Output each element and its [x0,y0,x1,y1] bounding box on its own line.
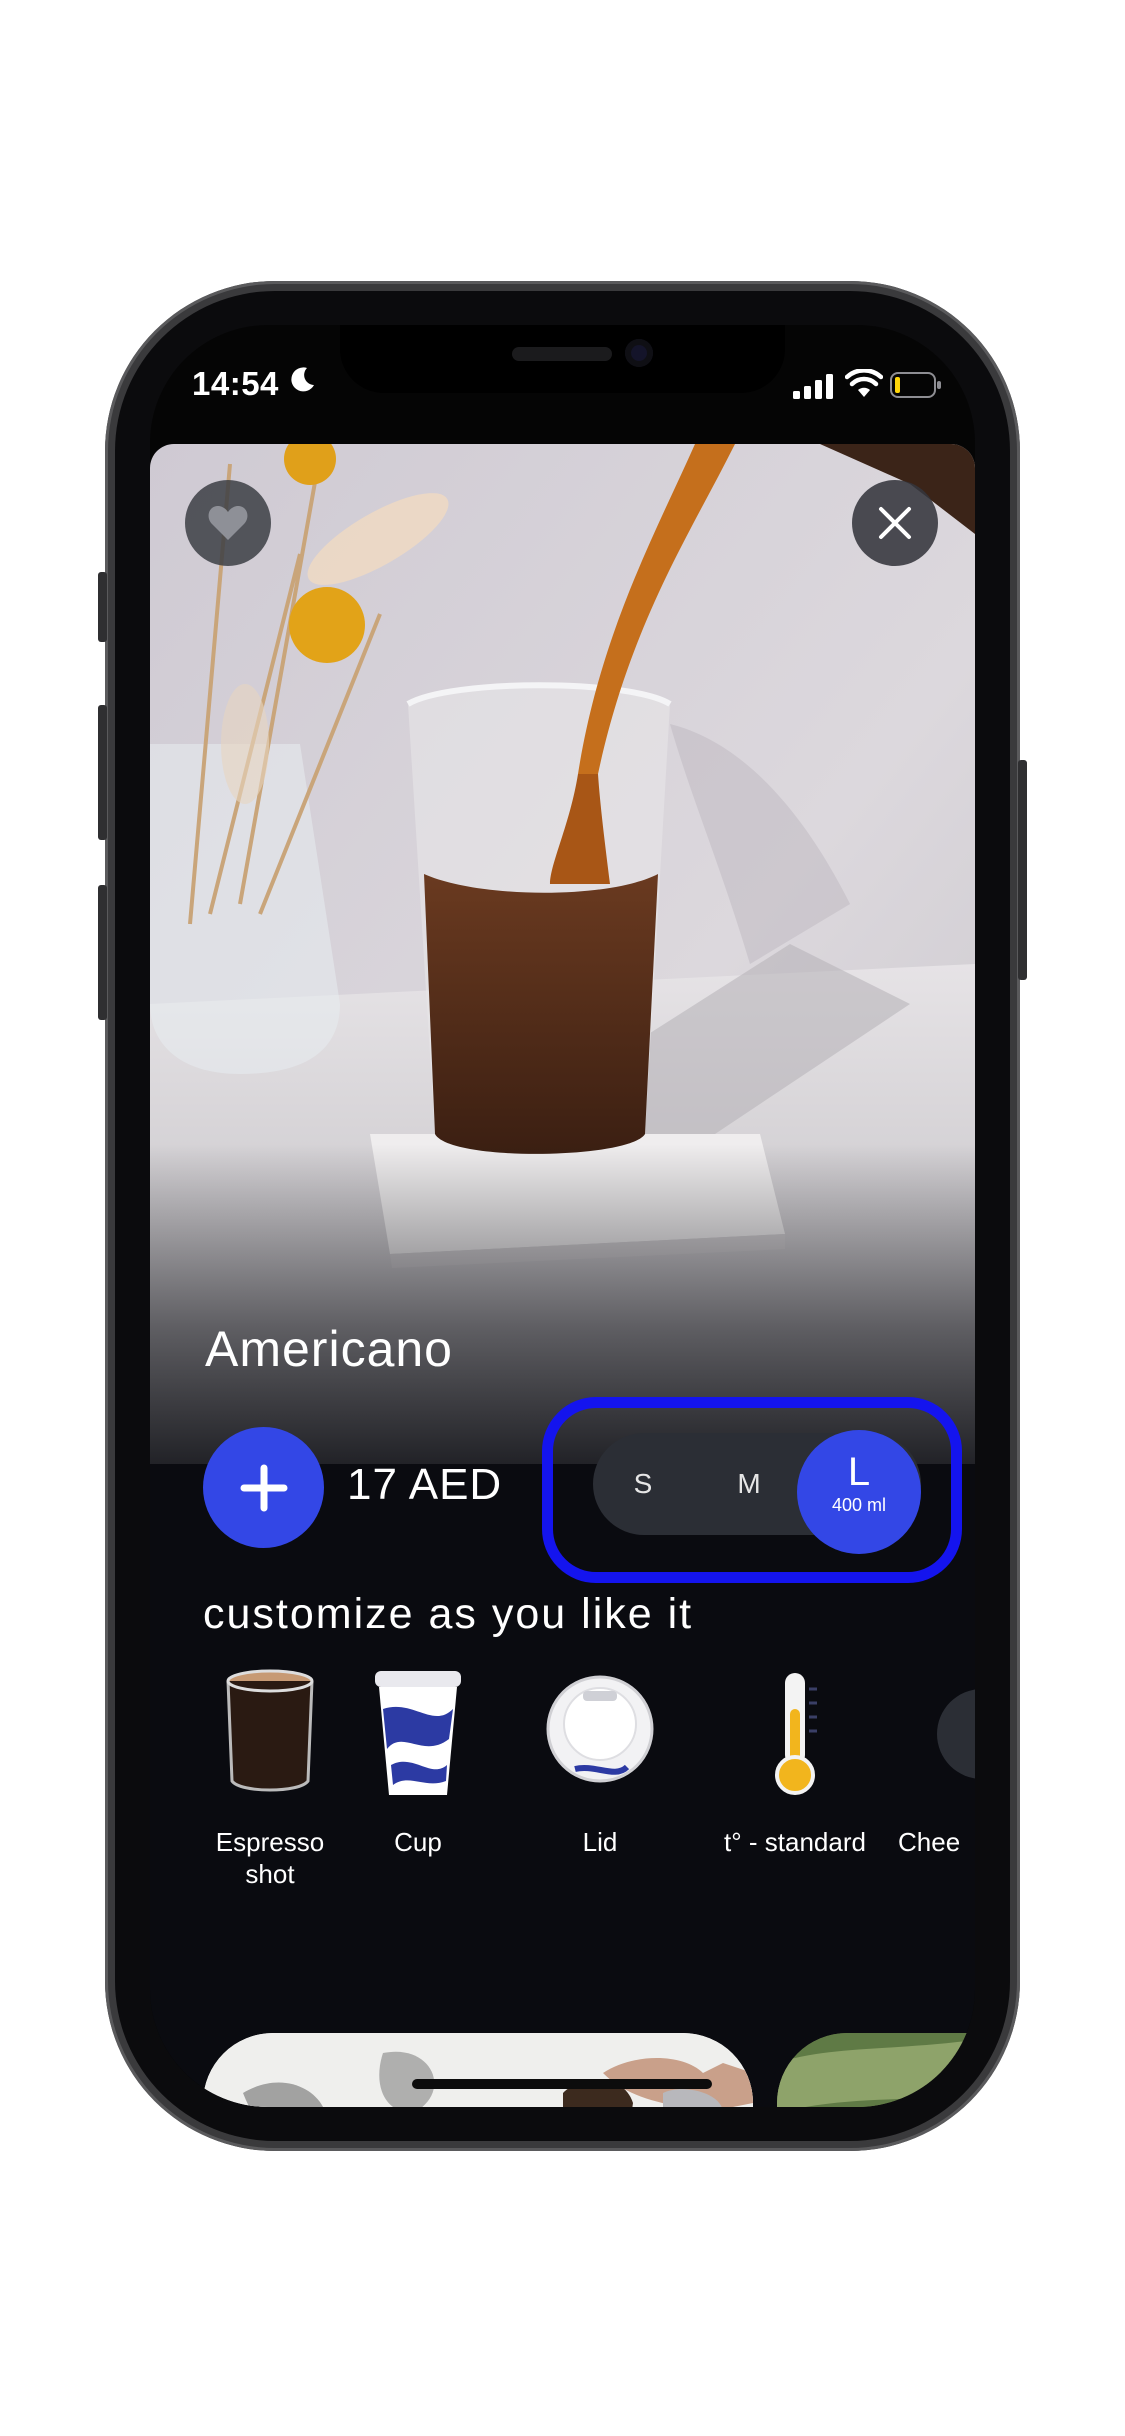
customize-item-label: Chee [898,1827,961,1857]
size-option-large[interactable]: L 400 ml [797,1430,921,1554]
status-time: 14:54 [192,365,279,402]
customize-list: Espresso shot Cup Lid t° - standard Chee [150,1669,975,1889]
cheese-icon [898,1669,975,1799]
close-icon [879,507,911,539]
volume-up-button [98,705,107,840]
promo-card-pouring[interactable] [203,2033,753,2107]
customize-item-temperature[interactable]: t° - standard [690,1669,900,1858]
wifi-icon [845,369,883,397]
customize-item-cup[interactable]: Cup [333,1669,503,1858]
plus-icon [240,1464,287,1511]
size-option-small[interactable]: S [613,1433,673,1535]
volume-down-button [98,885,107,1020]
product-title: Americano [205,1321,453,1377]
moon-icon [291,367,314,392]
thermometer-icon [765,1669,825,1799]
front-camera [625,339,653,367]
home-indicator[interactable] [412,2079,712,2089]
size-option-large-label: L [847,1450,871,1494]
size-option-medium[interactable]: M [719,1433,779,1535]
promo-image [203,2033,753,2107]
customize-item-lid[interactable]: Lid [515,1669,685,1858]
paper-cup-icon [373,1669,463,1799]
customize-item-label: Cup [394,1827,442,1857]
close-button[interactable] [852,480,938,566]
earpiece [512,347,612,361]
power-button [1018,760,1027,980]
battery-icon [890,372,941,398]
customize-heading: customize as you like it [203,1590,694,1638]
product-price: 17 AED [347,1460,503,1509]
cellular-signal-icon [793,374,833,399]
size-option-large-volume: 400 ml [831,1495,887,1515]
mute-switch [98,572,107,642]
customize-item-cheese[interactable]: Chee [898,1669,975,1858]
notch [340,325,785,393]
promo-image [777,2033,975,2107]
espresso-cup-icon [220,1669,320,1799]
promo-card-plantation[interactable] [777,2033,975,2107]
status-bar: 14:54 [150,325,975,449]
size-selector[interactable]: S M L 400 ml [593,1430,921,1554]
cup-lid-icon [545,1669,655,1799]
product-card: Americano 17 AED S M L 400 ml customize … [150,444,975,2107]
phone-screen: 14:54 Americano 17 AED S M L 400 ml cust… [150,325,975,2107]
favorite-button[interactable] [185,480,271,566]
add-to-cart-button[interactable] [203,1427,324,1548]
customize-item-label: Lid [582,1827,618,1857]
customize-item-label: t° - standard [724,1827,866,1857]
heart-icon [208,505,248,540]
